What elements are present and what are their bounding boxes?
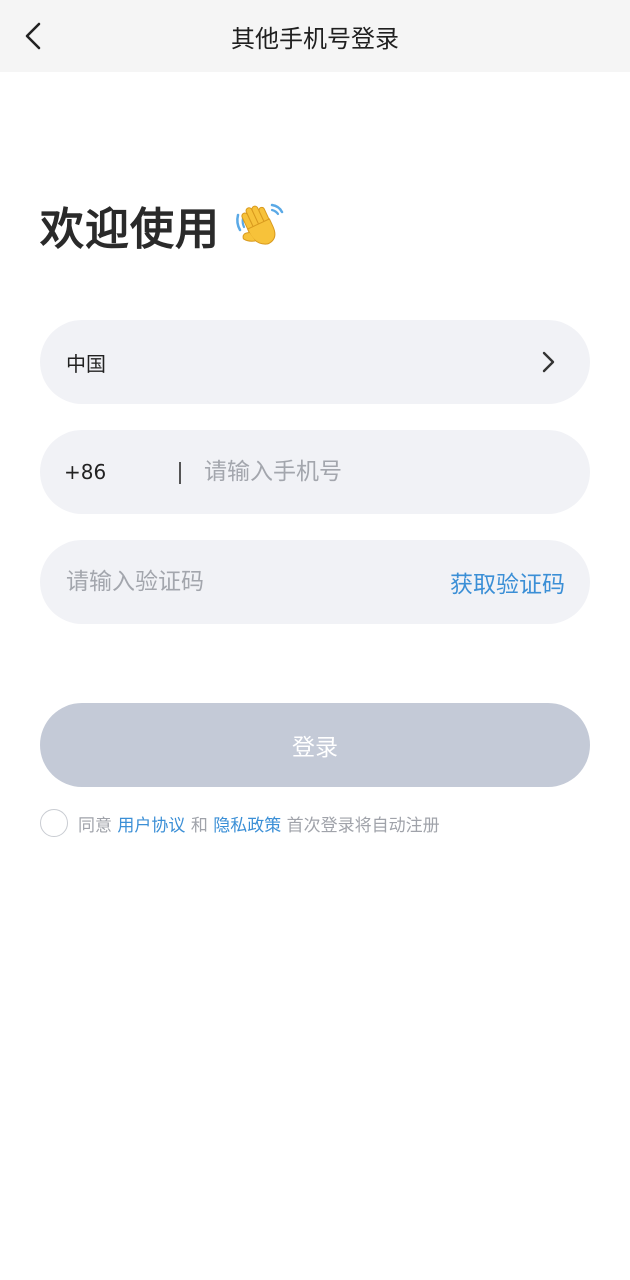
country-selector[interactable]: 中国 xyxy=(40,320,590,404)
user-agreement-link[interactable]: 用户协议 xyxy=(117,811,185,836)
privacy-policy-link[interactable]: 隐私政策 xyxy=(213,811,281,836)
welcome-heading: 欢迎使用 xyxy=(40,193,288,257)
country-value: 中国 xyxy=(66,351,106,376)
agreement-and: 和 xyxy=(190,815,208,836)
agreement-prefix: 同意 xyxy=(78,815,112,836)
country-code-prefix[interactable]: +86 xyxy=(64,430,106,514)
chevron-left-icon xyxy=(25,22,41,50)
get-code-button[interactable]: 获取验证码 xyxy=(450,540,565,624)
verification-code-input[interactable] xyxy=(66,540,446,624)
back-button[interactable] xyxy=(14,16,54,56)
field-divider xyxy=(179,462,181,484)
phone-field: +86 xyxy=(40,430,590,514)
page-title: 其他手机号登录 xyxy=(231,24,399,53)
verification-code-field: 获取验证码 xyxy=(40,540,590,624)
login-button[interactable]: 登录 xyxy=(40,703,590,787)
welcome-text: 欢迎使用 xyxy=(40,204,220,255)
chevron-right-icon xyxy=(542,351,555,373)
top-bar: 其他手机号登录 xyxy=(0,0,630,72)
agreement-checkbox[interactable] xyxy=(40,809,68,837)
waving-hand-icon xyxy=(236,203,284,245)
agreement-suffix: 首次登录将自动注册 xyxy=(286,815,440,836)
phone-input[interactable] xyxy=(204,430,564,514)
agreement-row: 同意 用户协议 和 隐私政策 首次登录将自动注册 xyxy=(40,808,440,838)
